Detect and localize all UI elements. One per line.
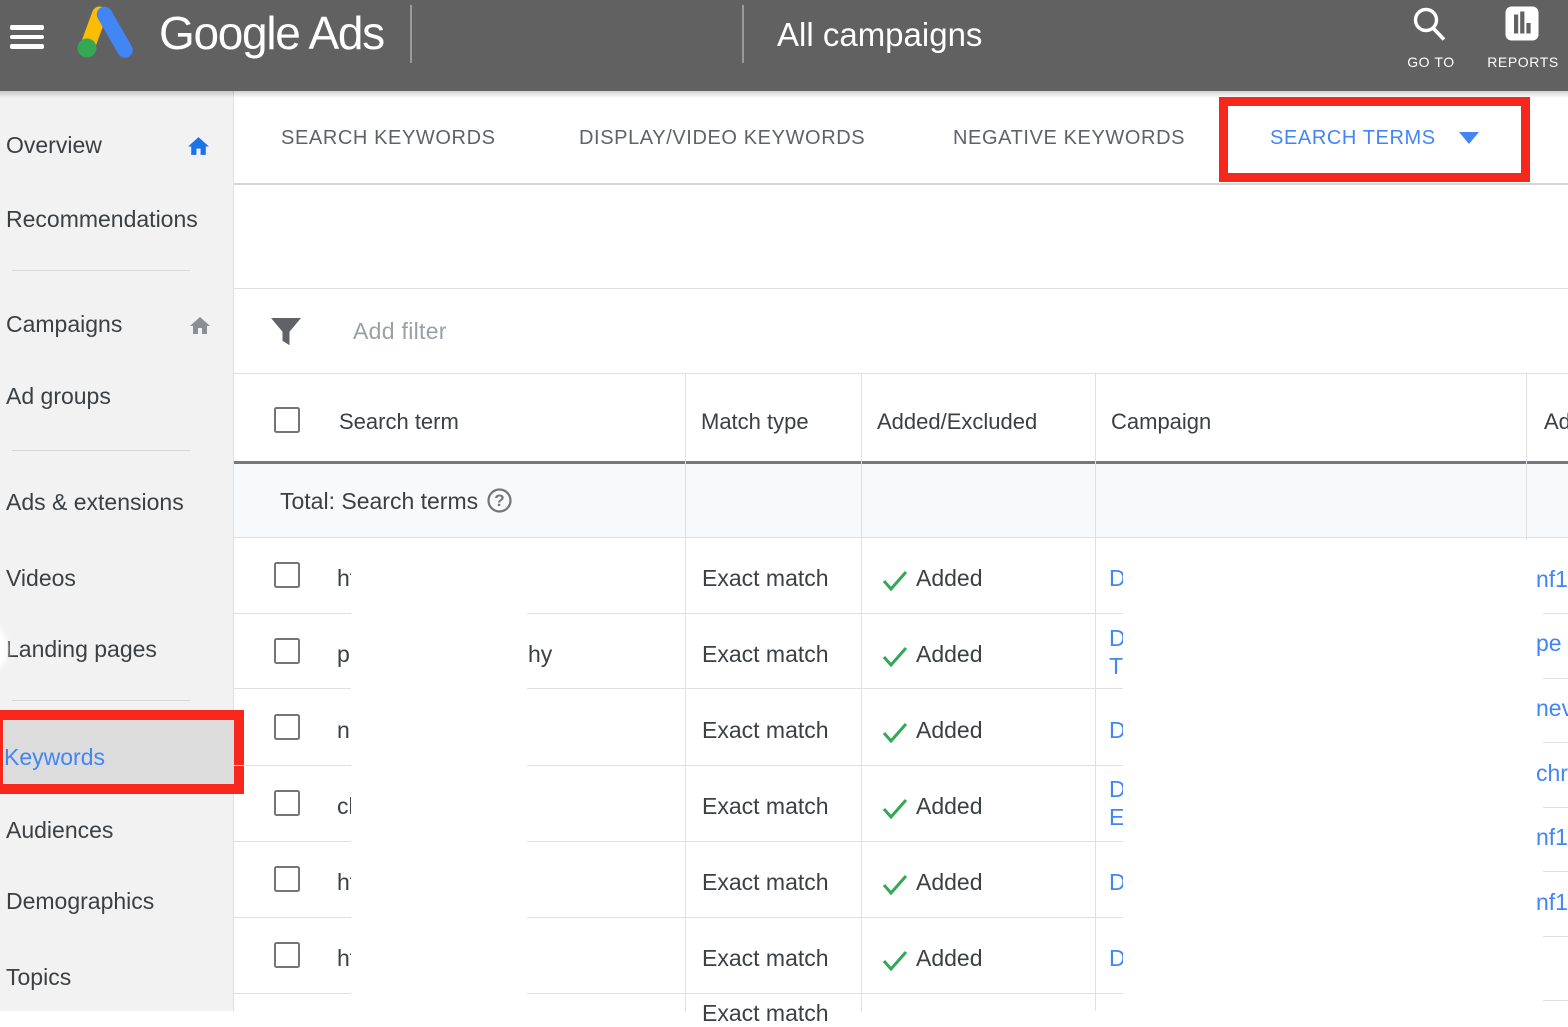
svg-text:?: ?	[494, 491, 504, 510]
